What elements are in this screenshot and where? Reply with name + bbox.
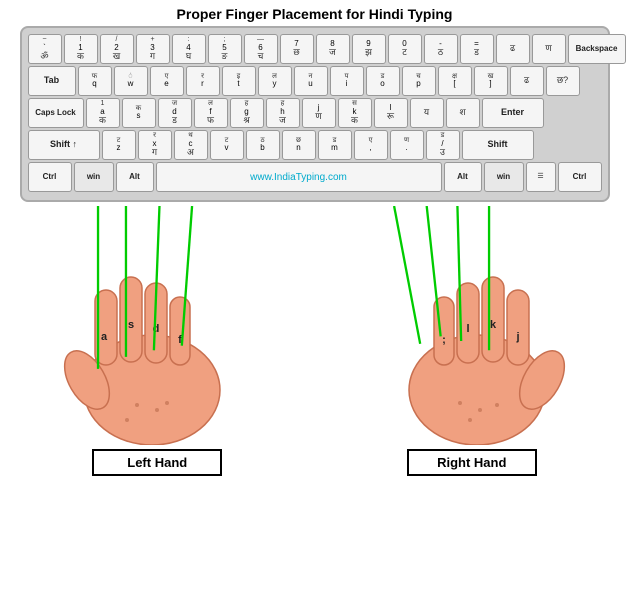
kb-row-2: Caps Lock 1aक कs जdड लfफ हgश्र हhज jण सk… <box>28 98 602 128</box>
key-u[interactable]: नu <box>294 66 328 96</box>
key-7[interactable]: 7छ <box>280 34 314 64</box>
key-v[interactable]: टv <box>210 130 244 160</box>
key-j[interactable]: jण <box>302 98 336 128</box>
key-c[interactable]: थcअ <box>174 130 208 160</box>
key-i[interactable]: पi <box>330 66 364 96</box>
key-minus[interactable]: -ठ <box>424 34 458 64</box>
key-y[interactable]: लy <box>258 66 292 96</box>
key-ctrl-right[interactable]: Ctrl <box>558 162 602 192</box>
key-9[interactable]: 9झ <box>352 34 386 64</box>
key-r[interactable]: रr <box>186 66 220 96</box>
svg-text:;: ; <box>442 334 446 346</box>
key-e[interactable]: एe <box>150 66 184 96</box>
key-l[interactable]: lरू <box>374 98 408 128</box>
key-ced[interactable]: ढ <box>510 66 544 96</box>
key-menu[interactable]: ☰ <box>526 162 556 192</box>
svg-text:a: a <box>101 331 108 343</box>
key-m[interactable]: डm <box>318 130 352 160</box>
svg-text:f: f <box>178 334 182 346</box>
key-g[interactable]: हgश्र <box>230 98 264 128</box>
key-alt-right[interactable]: Alt <box>444 162 482 192</box>
key-h[interactable]: हhज <box>266 98 300 128</box>
kb-row-4: Ctrl win Alt www.IndiaTyping.com Alt win… <box>28 162 602 192</box>
key-q[interactable]: फq <box>78 66 112 96</box>
svg-text:s: s <box>128 319 134 331</box>
key-1[interactable]: !1क <box>64 34 98 64</box>
svg-text:l: l <box>466 323 469 335</box>
right-hand-wrapper: ; l k j Right Hand <box>372 235 572 476</box>
key-quote[interactable]: श <box>446 98 480 128</box>
key-dd[interactable]: ढ <box>496 34 530 64</box>
key-tab[interactable]: Tab <box>28 66 76 96</box>
key-p[interactable]: चp <box>402 66 436 96</box>
key-bracket-r[interactable]: ख] <box>474 66 508 96</box>
kb-row-1: Tab फq ंw एe रr इt लy नu पi डo चp क्ष[ ख… <box>28 66 602 96</box>
kb-row-3: Shift ↑ टz रxग थcअ टv ठb छn डm ए, ण. ड/उ… <box>28 130 602 160</box>
key-t[interactable]: इt <box>222 66 256 96</box>
key-alt-left[interactable]: Alt <box>116 162 154 192</box>
key-win-right[interactable]: win <box>484 162 524 192</box>
key-o[interactable]: डo <box>366 66 400 96</box>
key-equals[interactable]: =ड <box>460 34 494 64</box>
key-x[interactable]: रxग <box>138 130 172 160</box>
key-z[interactable]: टz <box>102 130 136 160</box>
key-semi[interactable]: य <box>410 98 444 128</box>
svg-text:k: k <box>490 319 497 331</box>
page-title: Proper Finger Placement for Hindi Typing <box>0 0 629 26</box>
key-4[interactable]: :4घ <box>172 34 206 64</box>
key-slash[interactable]: ड/उ <box>426 130 460 160</box>
key-capslock[interactable]: Caps Lock <box>28 98 84 128</box>
svg-text:j: j <box>515 331 519 343</box>
key-bracket-l[interactable]: क्ष[ <box>438 66 472 96</box>
watermark-text: www.IndiaTyping.com <box>250 172 347 183</box>
key-w[interactable]: ंw <box>114 66 148 96</box>
key-backspace[interactable]: Backspace <box>568 34 626 64</box>
key-shift-right[interactable]: Shift <box>462 130 534 160</box>
key-ctrl-left[interactable]: Ctrl <box>28 162 72 192</box>
kb-row-0: ~` ॐ !1क /2ख +3ग :4घ ;5ङ —6च 7छ 8ज 9झ 0ट… <box>28 34 602 64</box>
key-8[interactable]: 8ज <box>316 34 350 64</box>
right-hand-label: Right Hand <box>407 449 537 476</box>
key-shift-left[interactable]: Shift ↑ <box>28 130 100 160</box>
key-k[interactable]: सkक <box>338 98 372 128</box>
key-backtick[interactable]: ~` ॐ <box>28 34 62 64</box>
svg-text:d: d <box>153 323 160 335</box>
keyboard-container: ~` ॐ !1क /2ख +3ग :4घ ;5ङ —6च 7छ 8ज 9झ 0ट… <box>20 26 610 202</box>
key-3[interactable]: +3ग <box>136 34 170 64</box>
key-a[interactable]: 1aक <box>86 98 120 128</box>
key-comma[interactable]: ए, <box>354 130 388 160</box>
key-f[interactable]: लfफ <box>194 98 228 128</box>
key-d[interactable]: जdड <box>158 98 192 128</box>
key-dn[interactable]: ण <box>532 34 566 64</box>
key-b[interactable]: ठb <box>246 130 280 160</box>
left-hand-label: Left Hand <box>92 449 222 476</box>
right-hand-svg: ; l k j <box>372 235 572 445</box>
key-period[interactable]: ण. <box>390 130 424 160</box>
key-n[interactable]: छn <box>282 130 316 160</box>
left-hand-wrapper: a s d f Left Hand <box>57 235 257 476</box>
key-s[interactable]: कs <box>122 98 156 128</box>
key-0[interactable]: 0ट <box>388 34 422 64</box>
key-space[interactable]: www.IndiaTyping.com <box>156 162 442 192</box>
hands-section: a s d f Left Hand ; <box>0 206 629 476</box>
key-6[interactable]: —6च <box>244 34 278 64</box>
left-hand-svg: a s d f <box>57 235 257 445</box>
key-enter[interactable]: Enter <box>482 98 544 128</box>
key-win-left[interactable]: win <box>74 162 114 192</box>
key-5[interactable]: ;5ङ <box>208 34 242 64</box>
key-q2[interactable]: छ? <box>546 66 580 96</box>
key-2[interactable]: /2ख <box>100 34 134 64</box>
